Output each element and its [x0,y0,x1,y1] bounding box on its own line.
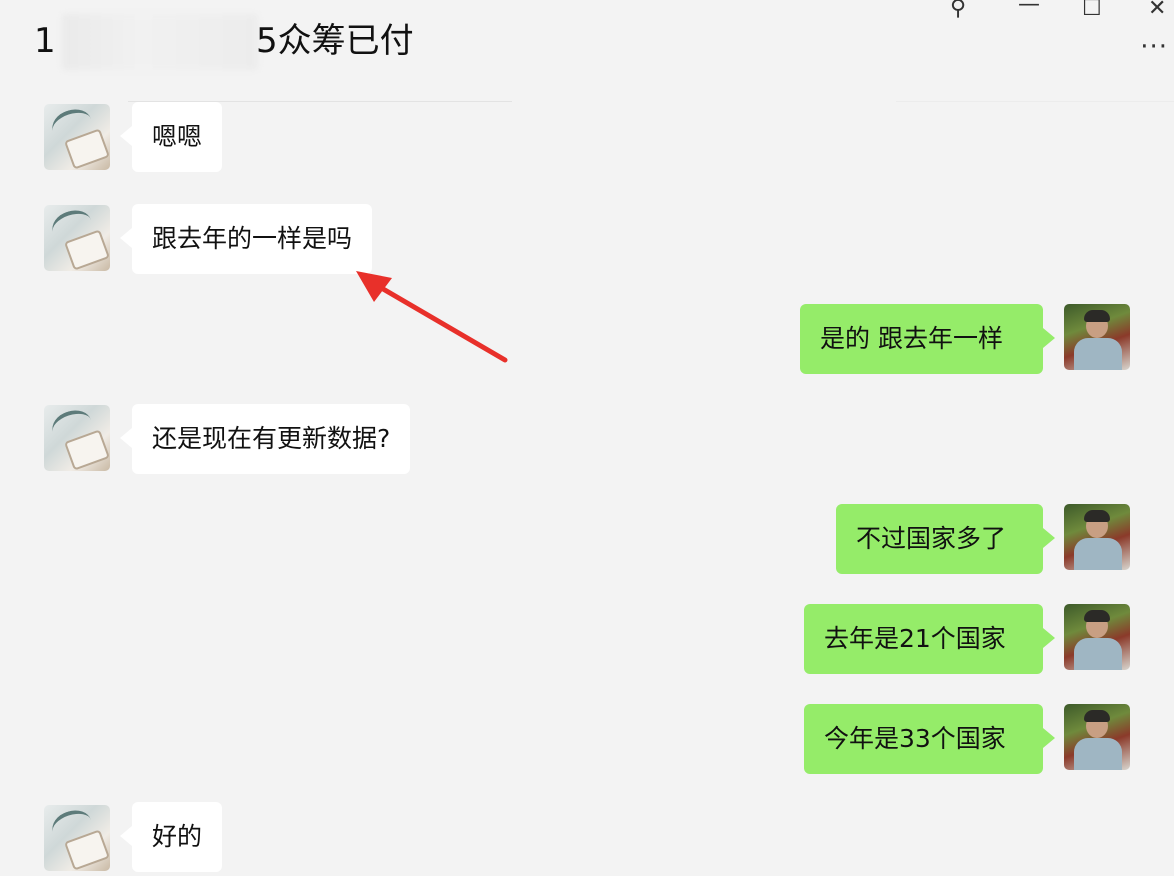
pin-icon[interactable]: ⚲ [950,0,966,21]
contact-avatar[interactable] [44,805,110,871]
header-divider-right [896,101,1174,102]
message-bubble-sent[interactable]: 今年是33个国家 [804,704,1055,774]
message-text: 好的 [152,822,203,851]
message-bubble-sent[interactable]: 是的 跟去年一样 [800,304,1055,374]
my-avatar[interactable] [1064,704,1130,770]
message-text: 还是现在有更新数据? [152,424,391,453]
message-text: 是的 跟去年一样 [820,324,1003,353]
message-text: 不过国家多了 [856,524,1007,553]
chat-title-prefix: 1 [34,21,56,61]
message-bubble-received[interactable]: 好的 [119,802,223,872]
message-text: 去年是21个国家 [824,624,1006,653]
my-avatar[interactable] [1064,504,1130,570]
message-text: 今年是33个国家 [824,724,1006,753]
my-avatar[interactable] [1064,304,1130,370]
chat-title-suffix: 5众筹已付 [256,21,414,61]
contact-avatar[interactable] [44,104,110,170]
close-icon[interactable]: ✕ [1148,0,1166,21]
my-avatar[interactable] [1064,604,1130,670]
message-bubble-sent[interactable]: 去年是21个国家 [804,604,1055,674]
maximize-icon[interactable]: ☐ [1082,0,1102,21]
minimize-icon[interactable]: — [1018,0,1040,17]
message-bubble-received[interactable]: 还是现在有更新数据? [119,404,411,474]
message-bubble-sent[interactable]: 不过国家多了 [836,504,1055,574]
chat-title: 1 [34,18,56,64]
message-text: 跟去年的一样是吗 [152,224,353,253]
message-bubble-received[interactable]: 跟去年的一样是吗 [119,204,373,274]
chat-title-suffix-wrap: 5众筹已付 [256,18,414,64]
message-bubble-received[interactable]: 嗯嗯 [119,102,223,172]
contact-avatar[interactable] [44,205,110,271]
redacted-title-region [62,14,258,70]
contact-avatar[interactable] [44,405,110,471]
more-icon[interactable]: ··· [1140,32,1168,62]
message-text: 嗯嗯 [152,122,203,151]
